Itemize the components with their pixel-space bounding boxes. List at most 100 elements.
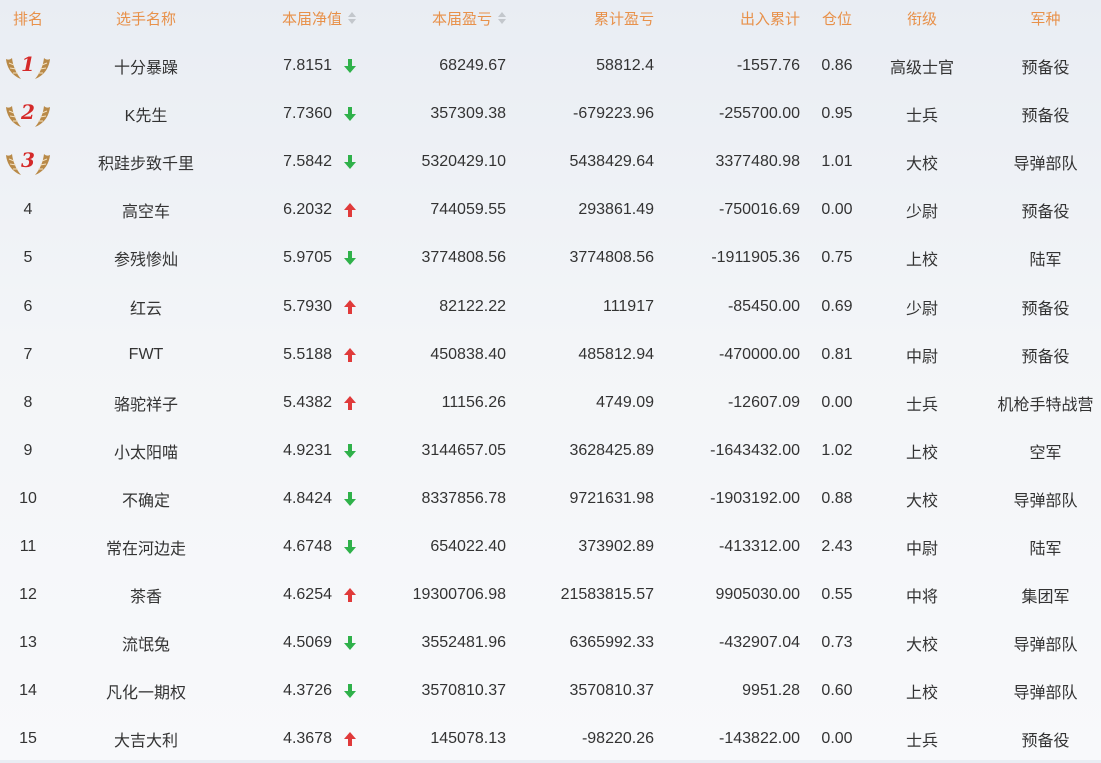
military-branch: 集团军 [1021,589,1070,607]
rank-cell: 12 [19,586,37,604]
header-flow[interactable]: 出入累计 [668,0,800,36]
table-row[interactable]: 15 大吉大利 4.3678 145078.13 -98220.26 -143822.00… [0,715,1101,763]
table-row[interactable]: 9 小太阳喵 4.9231 3144657.05 3628425.89 -1643432.… [0,427,1101,475]
military-rank: 中尉 [905,348,938,366]
cumulative-pl: 6365992.33 [569,634,654,652]
table-row[interactable]: 10 不确定 4.8424 8337856.78 9721631.98 -1903192.… [0,475,1101,523]
player-name[interactable]: 红云 [70,283,222,331]
military-branch: 导弹部队 [1013,685,1078,703]
military-branch: 预备役 [1021,108,1070,126]
table-row[interactable]: 14 凡化一期权 4.3726 3570810.37 3570810.37 9951.28… [0,667,1101,715]
table-row[interactable]: 2 K先生 7.7360 357309.38 -679223.96 -255700.00 0… [0,90,1101,138]
rank-cell: 7 [23,345,33,363]
player-name[interactable]: 凡化一期权 [70,667,222,715]
arrow-up-icon [340,571,360,619]
header-rank-title[interactable]: 衔级 [872,0,972,36]
player-name[interactable]: 高空车 [70,186,222,234]
military-rank: 士兵 [905,396,938,414]
header-pl-label: 本届盈亏 [431,10,492,28]
rank-number: 1 [21,52,35,76]
arrow-down-icon [340,619,360,667]
leaderboard-table: 排名 选手名称 本届净值 本届盈亏 累计盈亏 出入累计 仓位 衔级 军种 1 十分… [0,0,1101,760]
header-pl[interactable]: 本届盈亏 [380,0,506,36]
position-ratio: 0.88 [821,489,853,507]
military-branch: 陆军 [1029,252,1062,270]
military-branch: 预备役 [1021,60,1070,77]
position-ratio: 1.01 [821,153,853,171]
arrow-down-icon [340,523,360,571]
player-name[interactable]: 不确定 [70,475,222,523]
header-branch[interactable]: 军种 [990,0,1101,36]
sort-icon[interactable] [348,12,356,24]
table-row[interactable]: 5 参残惨灿 5.9705 3774808.56 3774808.56 -1911905.… [0,234,1101,282]
table-row[interactable]: 6 红云 5.7930 82122.22 111917 -85450.00 0.69 少尉 预备… [0,283,1101,331]
rank-cell: 5 [23,249,33,267]
sort-icon[interactable] [498,12,506,24]
military-rank: 少尉 [905,300,938,318]
player-name[interactable]: 流氓兔 [70,619,222,667]
nav-value: 4.9231 [283,441,332,459]
arrow-down-icon [340,667,360,715]
position-ratio: 0.00 [821,393,853,411]
table-row[interactable]: 1 十分暴躁 7.8151 68249.67 58812.4 -1557.76 0.86 高级… [0,42,1101,90]
player-name[interactable]: 参残惨灿 [70,234,222,282]
nav-value: 6.2032 [283,201,332,219]
arrow-down-icon [340,427,360,475]
period-pl: 744059.55 [430,201,506,219]
rank-cell: 11 [19,538,37,555]
player-name[interactable]: FWT [70,331,222,379]
player-name[interactable]: K先生 [70,90,222,138]
player-name[interactable]: 积跬步致千里 [70,138,222,186]
arrow-down-icon [340,42,360,90]
table-row[interactable]: 4 高空车 6.2032 744059.55 293861.49 -750016.69 0.… [0,186,1101,234]
header-nav-label: 本届净值 [281,10,342,28]
military-branch: 预备役 [1021,204,1070,222]
cumulative-pl: 111917 [602,297,654,315]
arrow-up-icon [340,379,360,427]
position-ratio: 0.95 [821,105,853,123]
military-rank: 士兵 [905,108,938,126]
header-name[interactable]: 选手名称 [70,0,222,36]
cumulative-pl: 58812.4 [596,57,654,74]
header-position[interactable]: 仓位 [812,0,862,36]
net-flow: -750016.69 [719,201,800,219]
rank-cell: 14 [19,682,37,700]
player-name[interactable]: 骆驼祥子 [70,379,222,427]
cumulative-pl: 4749.09 [596,393,654,411]
cumulative-pl: 3774808.56 [569,249,654,267]
table-row[interactable]: 3 积跬步致千里 7.5842 5320429.10 5438429.64 3377480… [0,138,1101,186]
player-name[interactable]: 小太阳喵 [70,427,222,475]
military-branch: 导弹部队 [1013,637,1078,655]
player-name[interactable]: 十分暴躁 [70,42,222,90]
military-rank: 大校 [905,492,938,510]
table-row[interactable]: 7 FWT 5.5188 450838.40 485812.94 -470000.00 0.… [0,331,1101,379]
table-row[interactable]: 11 常在河边走 4.6748 654022.40 373902.89 -413312.0… [0,523,1101,571]
table-row[interactable]: 13 流氓兔 4.5069 3552481.96 6365992.33 -432907.0… [0,619,1101,667]
player-name[interactable]: 茶香 [70,571,222,619]
cumulative-pl: 293861.49 [578,201,654,219]
arrow-down-icon [340,90,360,138]
position-ratio: 2.43 [821,538,853,555]
arrow-down-icon [340,234,360,282]
period-pl: 11156.26 [441,393,506,411]
net-flow: -1643432.00 [710,441,800,459]
player-name[interactable]: 常在河边走 [70,523,222,571]
header-cum-pl[interactable]: 累计盈亏 [520,0,654,36]
table-row[interactable]: 12 茶香 4.6254 19300706.98 21583815.57 9905030.… [0,571,1101,619]
net-flow: -1903192.00 [710,489,800,507]
period-pl: 145078.13 [430,730,506,748]
cumulative-pl: 5438429.64 [569,153,654,171]
nav-value: 5.9705 [283,249,332,267]
cumulative-pl: 3570810.37 [569,682,654,700]
position-ratio: 0.55 [821,586,853,604]
rank-number: 3 [21,148,35,173]
net-flow: -255700.00 [719,105,800,123]
military-rank: 上校 [905,252,938,270]
nav-value: 4.6254 [283,586,332,604]
header-rank[interactable]: 排名 [0,0,56,36]
player-name[interactable]: 大吉大利 [70,715,222,763]
net-flow: -143822.00 [719,730,800,748]
header-nav[interactable]: 本届净值 [236,0,356,36]
rank-cell: 2 [0,90,56,138]
table-row[interactable]: 8 骆驼祥子 5.4382 11156.26 4749.09 -12607.09 0.00 士… [0,379,1101,427]
